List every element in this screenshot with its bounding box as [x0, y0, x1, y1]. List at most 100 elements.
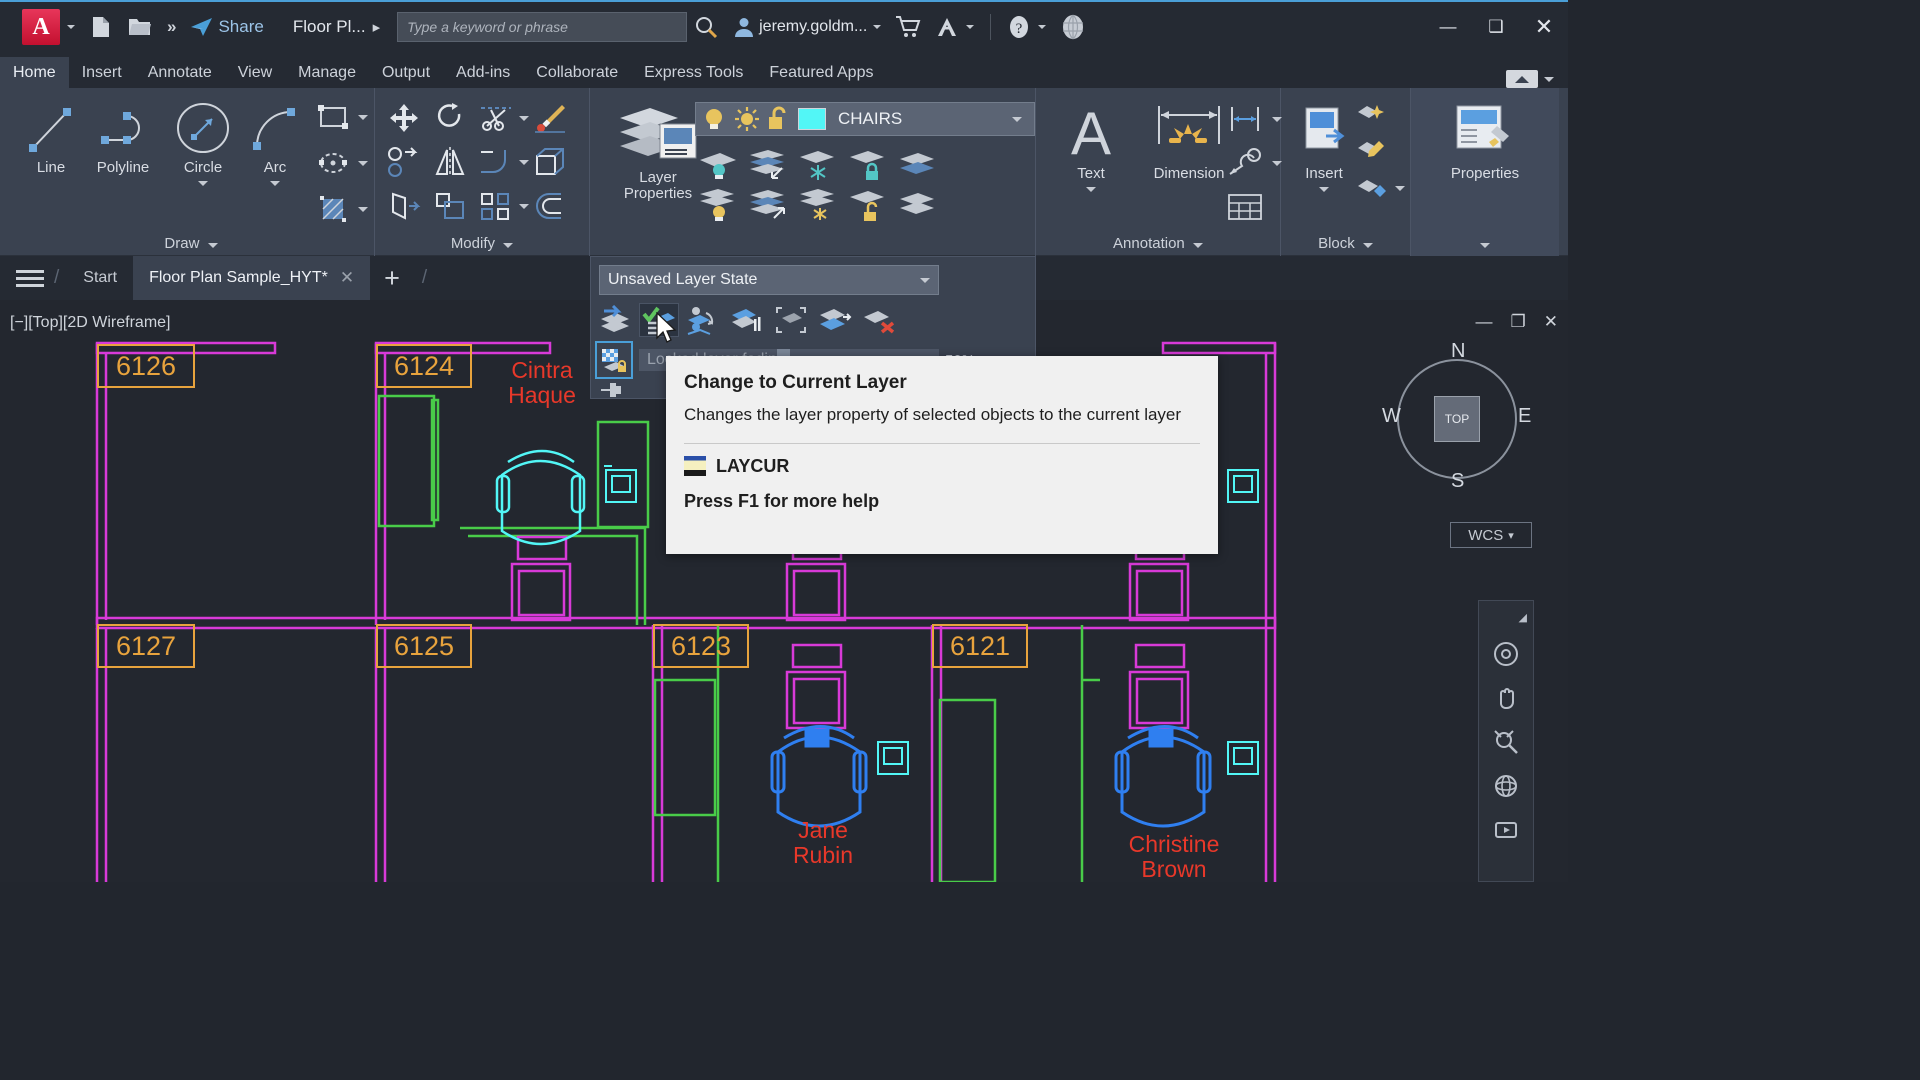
viewcube-top-face[interactable]: TOP — [1434, 396, 1480, 442]
orbit-icon[interactable] — [1492, 772, 1520, 800]
chevron-down-icon[interactable] — [920, 277, 930, 283]
tab-featured-apps[interactable]: Featured Apps — [756, 57, 886, 88]
share-button[interactable]: Share — [183, 1, 270, 53]
layer-unisolate-icon[interactable] — [748, 148, 788, 182]
layer-isolate-icon[interactable] — [698, 148, 738, 182]
layer-unlock-icon[interactable] — [848, 188, 888, 222]
modify-scale-button[interactable] — [433, 190, 467, 225]
annotation-leader-button[interactable] — [1226, 148, 1282, 178]
new-tab-button[interactable]: + — [370, 263, 414, 294]
panel-pin-button[interactable] — [599, 379, 629, 404]
draw-circle-dropdown[interactable] — [198, 180, 208, 186]
layer-match-icon[interactable] — [683, 303, 723, 337]
maximize-button[interactable]: ❑ — [1472, 1, 1520, 53]
draw-circle-button[interactable]: Circle — [166, 100, 240, 186]
zoom-extents-icon[interactable] — [1492, 728, 1520, 756]
search-input[interactable]: Type a keyword or phrase — [397, 12, 688, 42]
layer-merge-icon[interactable] — [898, 148, 938, 182]
modify-copy-button[interactable] — [387, 146, 421, 181]
shopping-cart-icon[interactable] — [888, 1, 928, 53]
chevron-down-icon[interactable] — [1544, 76, 1554, 82]
chevron-down-icon[interactable] — [1395, 185, 1405, 191]
chevron-down-icon[interactable] — [519, 115, 529, 121]
modify-mirror-button[interactable] — [433, 146, 467, 181]
draw-arc-button[interactable]: Arc — [242, 100, 308, 186]
modify-array-button[interactable] — [479, 190, 529, 222]
chevron-down-icon[interactable] — [1012, 116, 1022, 122]
viewport-minimize-button[interactable]: — — [1476, 312, 1493, 332]
properties-button[interactable]: Properties — [1439, 102, 1531, 182]
block-insert-dropdown[interactable] — [1319, 186, 1329, 192]
draw-arc-dropdown[interactable] — [270, 180, 280, 186]
modify-3dbox-button[interactable] — [533, 146, 567, 181]
tab-add-ins[interactable]: Add-ins — [443, 57, 523, 88]
layer-color-swatch[interactable] — [798, 108, 826, 130]
current-layer-combo[interactable]: CHAIRS — [695, 102, 1035, 136]
viewport-restore-button[interactable]: ❐ — [1511, 312, 1526, 332]
annotation-table-button[interactable] — [1226, 192, 1264, 225]
block-create-button[interactable] — [1355, 102, 1389, 133]
modify-offset-button[interactable] — [533, 190, 567, 225]
navigation-wheel-icon[interactable] — [1492, 640, 1520, 668]
draw-hatch-button[interactable] — [316, 194, 368, 224]
modify-stretch-button[interactable] — [387, 190, 421, 225]
tab-output[interactable]: Output — [369, 57, 443, 88]
panel-expand-icon[interactable] — [207, 243, 218, 248]
draw-polyline-button[interactable]: Polyline — [84, 100, 162, 176]
block-attributes-button[interactable] — [1355, 174, 1405, 202]
panel-expand-icon[interactable] — [503, 243, 514, 248]
layer-state-combo[interactable]: Unsaved Layer State — [599, 265, 939, 295]
layer-viewport-freeze-icon[interactable] — [771, 303, 811, 337]
viewcube[interactable]: TOP N S E W — [1382, 340, 1532, 494]
wcs-selector[interactable]: WCS ▾ — [1450, 522, 1532, 548]
ribbon-display-options-icon[interactable] — [1506, 70, 1538, 88]
open-folder-icon[interactable] — [120, 1, 160, 53]
draw-ellipse-button[interactable] — [316, 148, 368, 178]
autocad-A-logo[interactable]: A — [22, 9, 60, 45]
block-insert-button[interactable]: Insert — [1291, 102, 1357, 192]
help-button[interactable]: ? — [1000, 1, 1053, 53]
tab-floor-plan-sample[interactable]: Floor Plan Sample_HYT* ✕ — [133, 256, 371, 300]
layer-turn-all-on-icon[interactable] — [748, 188, 788, 222]
viewport-close-button[interactable]: ✕ — [1544, 312, 1558, 332]
annotation-text-dropdown[interactable] — [1086, 186, 1096, 192]
tab-express-tools[interactable]: Express Tools — [631, 57, 756, 88]
modify-fillet-button[interactable] — [479, 146, 529, 178]
tab-annotate[interactable]: Annotate — [135, 57, 225, 88]
layer-freeze-icon[interactable] — [798, 148, 838, 182]
chevron-down-icon[interactable] — [519, 203, 529, 209]
modify-trim-button[interactable] — [479, 102, 529, 134]
tab-collaborate[interactable]: Collaborate — [523, 57, 631, 88]
layer-walk-icon[interactable] — [727, 303, 767, 337]
tab-view[interactable]: View — [225, 57, 285, 88]
navigation-bar-caret-icon[interactable]: ◢ — [1519, 611, 1527, 624]
tab-manage[interactable]: Manage — [285, 57, 369, 88]
chevron-right-icon[interactable]: ▸ — [366, 1, 388, 53]
layer-off-icon[interactable] — [698, 188, 738, 222]
user-account-button[interactable]: jeremy.goldm... — [726, 1, 888, 53]
showmotion-icon[interactable] — [1492, 816, 1520, 844]
chevron-down-icon[interactable] — [519, 159, 529, 165]
close-button[interactable]: ✕ — [1520, 1, 1568, 53]
new-file-icon[interactable] — [82, 1, 120, 53]
layer-delete-icon[interactable] — [898, 188, 938, 222]
pan-hand-icon[interactable] — [1492, 684, 1520, 712]
locked-layer-fading-icon[interactable] — [595, 341, 633, 379]
layer-delete-red-icon[interactable] — [859, 303, 899, 337]
panel-expand-icon[interactable] — [1362, 243, 1373, 248]
modify-paint-button[interactable] — [533, 102, 567, 137]
panel-expand-icon[interactable] — [1192, 243, 1203, 248]
draw-rectangle-button[interactable] — [316, 102, 368, 132]
annotation-text-button[interactable]: A Text — [1052, 102, 1130, 192]
chevron-down-icon[interactable] — [358, 114, 368, 120]
navigation-bar[interactable]: ◢ — [1478, 600, 1534, 882]
close-icon[interactable]: ✕ — [340, 268, 354, 288]
modify-move-button[interactable] — [387, 102, 421, 137]
hamburger-menu-icon[interactable] — [0, 269, 46, 287]
autodesk-A-icon[interactable] — [928, 1, 981, 53]
layer-thaw-all-icon[interactable] — [798, 188, 838, 222]
globe-icon[interactable] — [1053, 1, 1093, 53]
tab-insert[interactable]: Insert — [69, 57, 135, 88]
modify-rotate-button[interactable] — [433, 102, 467, 137]
block-edit-button[interactable] — [1355, 138, 1389, 169]
